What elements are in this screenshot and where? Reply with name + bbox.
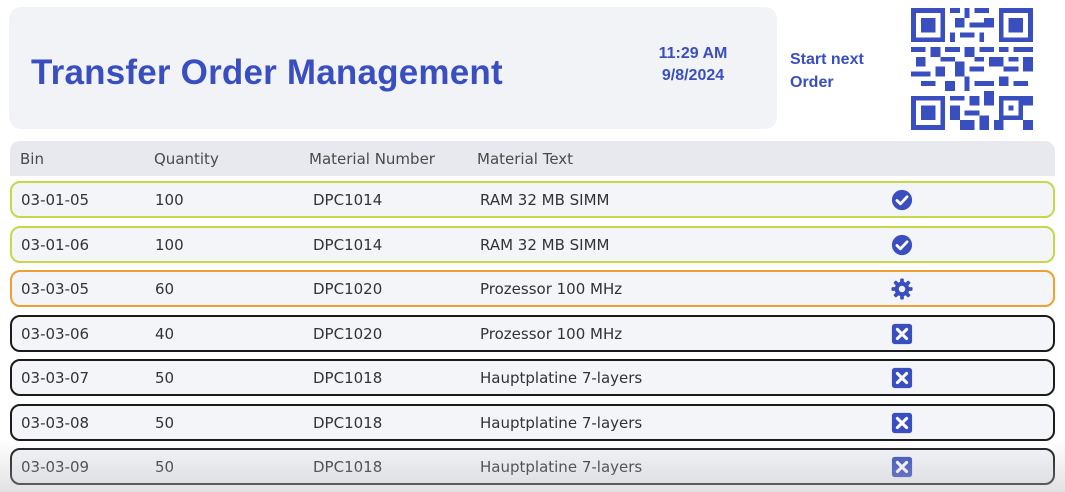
- check-circle-icon: [891, 234, 913, 256]
- cell-quantity: 40: [155, 325, 175, 343]
- transfer-order-list: 03-01-05 100 DPC1014 RAM 32 MB SIMM 03-0…: [0, 0, 1065, 492]
- cell-quantity: 60: [155, 280, 175, 298]
- table-row[interactable]: 03-01-06 100 DPC1014 RAM 32 MB SIMM: [10, 226, 1055, 263]
- cell-quantity: 50: [155, 414, 175, 432]
- cell-material-number: DPC1014: [313, 236, 383, 254]
- cell-material-number: DPC1020: [313, 280, 383, 298]
- table-row[interactable]: 03-03-09 50 DPC1018 Hauptplatine 7-layer…: [10, 448, 1055, 485]
- close-box-icon: [891, 412, 913, 434]
- cell-material-text: Hauptplatine 7-layers: [480, 369, 643, 387]
- cell-bin: 03-03-06: [21, 325, 90, 343]
- cell-material-text: Prozessor 100 MHz: [480, 325, 623, 343]
- cell-bin: 03-03-09: [21, 458, 90, 476]
- cell-material-number: DPC1020: [313, 325, 383, 343]
- cell-bin: 03-01-05: [21, 191, 90, 209]
- cell-material-text: Prozessor 100 MHz: [480, 280, 623, 298]
- cell-material-text: RAM 32 MB SIMM: [480, 236, 610, 254]
- cell-material-number: DPC1018: [313, 414, 383, 432]
- close-box-icon: [891, 367, 913, 389]
- cell-quantity: 100: [155, 191, 184, 209]
- cell-quantity: 50: [155, 458, 175, 476]
- cell-bin: 03-01-06: [21, 236, 90, 254]
- table-row[interactable]: 03-03-06 40 DPC1020 Prozessor 100 MHz: [10, 315, 1055, 352]
- cell-quantity: 100: [155, 236, 184, 254]
- cell-material-text: Hauptplatine 7-layers: [480, 414, 643, 432]
- table-row[interactable]: 03-01-05 100 DPC1014 RAM 32 MB SIMM: [10, 181, 1055, 218]
- close-box-icon: [891, 456, 913, 478]
- table-row[interactable]: 03-03-08 50 DPC1018 Hauptplatine 7-layer…: [10, 404, 1055, 441]
- table-row[interactable]: 03-03-07 50 DPC1018 Hauptplatine 7-layer…: [10, 359, 1055, 396]
- cell-quantity: 50: [155, 369, 175, 387]
- cell-material-number: DPC1014: [313, 191, 383, 209]
- cell-material-text: RAM 32 MB SIMM: [480, 191, 610, 209]
- cell-bin: 03-03-05: [21, 280, 90, 298]
- table-row[interactable]: 03-03-05 60 DPC1020 Prozessor 100 MHz: [10, 270, 1055, 307]
- cell-bin: 03-03-07: [21, 369, 90, 387]
- cell-bin: 03-03-08: [21, 414, 90, 432]
- cell-material-number: DPC1018: [313, 458, 383, 476]
- close-box-icon: [891, 323, 913, 345]
- gear-icon: [891, 278, 913, 300]
- cell-material-number: DPC1018: [313, 369, 383, 387]
- check-circle-icon: [891, 189, 913, 211]
- cell-material-text: Hauptplatine 7-layers: [480, 458, 643, 476]
